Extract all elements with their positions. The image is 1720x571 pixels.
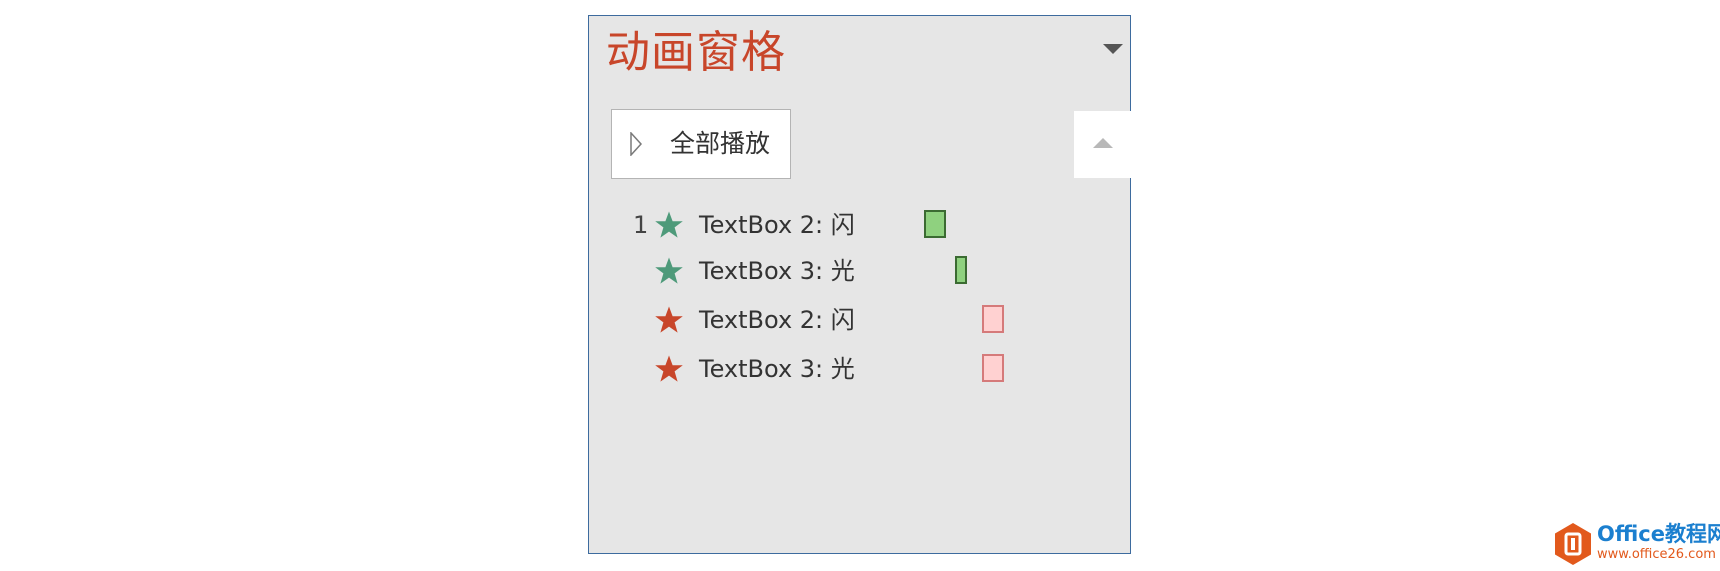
star-icon	[655, 211, 683, 238]
play-all-button[interactable]: 全部播放	[611, 109, 791, 179]
play-all-label: 全部播放	[670, 129, 771, 158]
play-triangle-icon	[630, 132, 642, 156]
animation-item[interactable]: TextBox 2: 闪	[589, 298, 1059, 342]
chevron-down-icon[interactable]	[1103, 44, 1123, 54]
screen: 动画窗格 全部播放 1 TextBox 2: 闪 TextBox 3: 光 Te…	[0, 0, 1720, 571]
pane-title: 动画窗格	[606, 27, 786, 78]
watermark-logo: Office教程网 www.office26.com	[1553, 522, 1720, 568]
animation-pane: 动画窗格 全部播放 1 TextBox 2: 闪 TextBox 3: 光 Te…	[588, 15, 1131, 554]
timing-bar[interactable]	[924, 210, 946, 238]
watermark-name: Office教程网	[1597, 522, 1720, 546]
star-icon	[655, 306, 683, 333]
animation-label: TextBox 3: 光	[699, 355, 855, 383]
animation-item[interactable]: TextBox 3: 光	[589, 347, 1059, 391]
animation-label: TextBox 2: 闪	[699, 306, 855, 334]
watermark-url: www.office26.com	[1597, 547, 1716, 562]
animation-label: TextBox 3: 光	[699, 257, 855, 285]
timing-bar[interactable]	[982, 354, 1004, 382]
scroll-up-icon	[1093, 138, 1113, 148]
animation-label: TextBox 2: 闪	[699, 211, 855, 239]
star-icon	[655, 257, 683, 284]
scroll-up-button[interactable]	[1074, 111, 1131, 178]
timing-bar[interactable]	[955, 256, 967, 284]
animation-order: 1	[633, 211, 649, 239]
timing-bar[interactable]	[982, 305, 1004, 333]
animation-item[interactable]: 1 TextBox 2: 闪	[589, 203, 1059, 247]
office-logo-icon	[1555, 523, 1591, 565]
animation-item[interactable]: TextBox 3: 光	[589, 249, 1059, 293]
star-icon	[655, 355, 683, 382]
